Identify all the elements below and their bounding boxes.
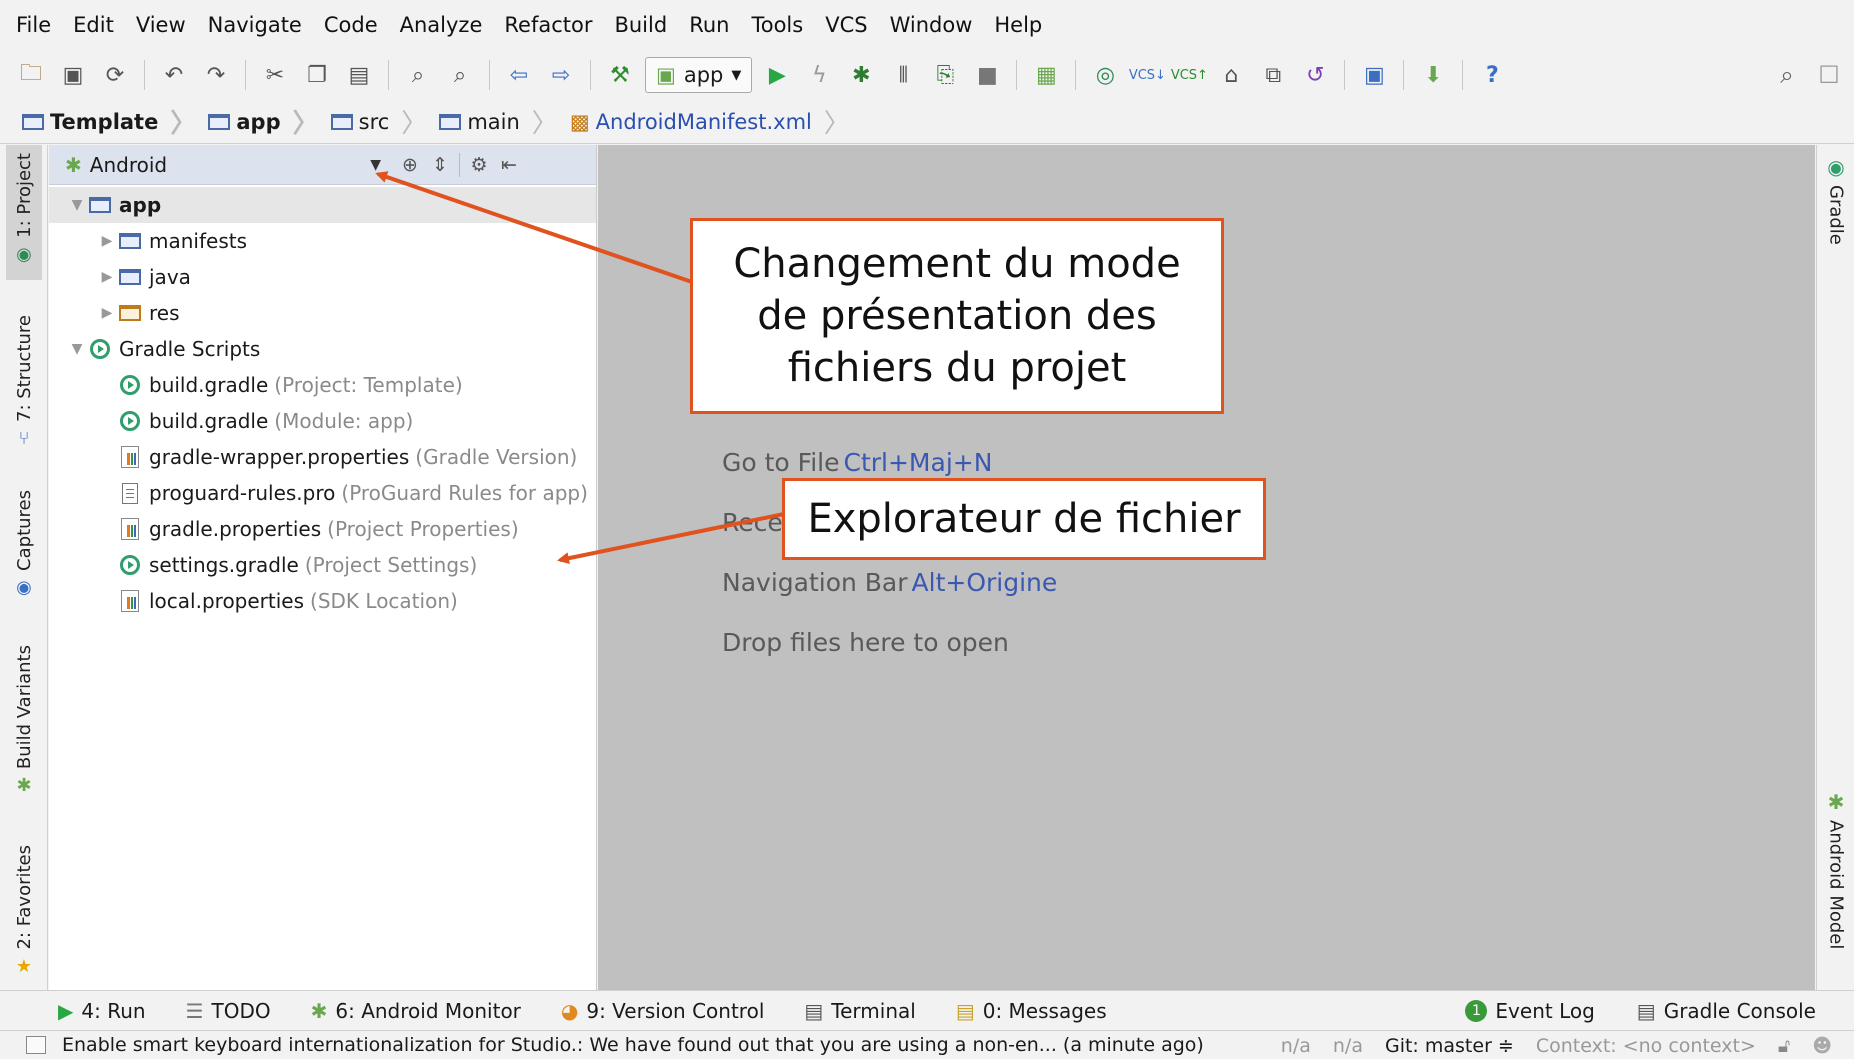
- tab-gradle-console[interactable]: ▤ Gradle Console: [1637, 999, 1816, 1023]
- tab-android-monitor[interactable]: ✱ 6: Android Monitor: [311, 999, 521, 1023]
- tab-terminal-label: Terminal: [831, 998, 916, 1023]
- lock-icon[interactable]: 🔓︎: [1778, 1035, 1790, 1057]
- tab-todo-label: TODO: [211, 998, 271, 1023]
- tab-vcs-label: 9: Version Control: [586, 998, 765, 1023]
- status-position: n/a: [1280, 1034, 1311, 1057]
- tab-event-log[interactable]: 1 Event Log: [1465, 999, 1595, 1023]
- tab-event-log-label: Event Log: [1495, 999, 1595, 1023]
- console-icon: ▤: [1636, 999, 1656, 1023]
- arrow-to-file-explorer: [557, 512, 785, 565]
- status-bar: Enable smart keyboard internationalizati…: [0, 1030, 1854, 1059]
- bottom-tool-bar: ▶ 4: Run ☰ TODO ✱ 6: Android Monitor ◕ 9…: [0, 990, 1854, 1030]
- tab-todo[interactable]: ☰ TODO: [186, 999, 271, 1023]
- callout-arrows: [375, 171, 785, 565]
- tab-terminal[interactable]: ▤ Terminal: [804, 999, 915, 1023]
- android-icon: ✱: [310, 998, 328, 1023]
- arrow-to-view-mode: [375, 171, 693, 284]
- tab-version-control[interactable]: ◕ 9: Version Control: [561, 999, 764, 1023]
- bottom-right-tabs: 1 Event Log ▤ Gradle Console: [1465, 991, 1816, 1031]
- tab-messages-label: 0: Messages: [982, 998, 1107, 1023]
- tab-run[interactable]: ▶ 4: Run: [58, 999, 146, 1023]
- status-message[interactable]: Enable smart keyboard internationalizati…: [62, 1034, 1204, 1056]
- tab-monitor-label: 6: Android Monitor: [335, 998, 521, 1023]
- tab-messages[interactable]: ▤ 0: Messages: [956, 999, 1107, 1023]
- terminal-icon: ▤: [804, 998, 824, 1023]
- event-count-badge: 1: [1465, 1000, 1488, 1022]
- messages-icon: ▤: [955, 998, 975, 1023]
- status-context[interactable]: Context: <no context>: [1536, 1035, 1756, 1057]
- version-control-icon: ◕: [560, 998, 579, 1023]
- todo-icon: ☰: [185, 998, 204, 1023]
- hector-icon[interactable]: ☻: [1812, 1035, 1832, 1057]
- status-encoding: n/a: [1332, 1034, 1363, 1057]
- run-icon: ▶: [58, 998, 74, 1023]
- status-right-group: n/a n/a Git: master ≑ Context: <no conte…: [1281, 1031, 1832, 1059]
- toggle-tool-windows-icon[interactable]: [26, 1036, 46, 1054]
- tab-run-label: 4: Run: [81, 998, 146, 1023]
- android-studio-window: File Edit View Navigate Code Analyze Ref…: [0, 0, 1854, 1059]
- tab-gradle-console-label: Gradle Console: [1663, 999, 1816, 1023]
- git-branch-widget[interactable]: Git: master ≑: [1385, 1035, 1514, 1057]
